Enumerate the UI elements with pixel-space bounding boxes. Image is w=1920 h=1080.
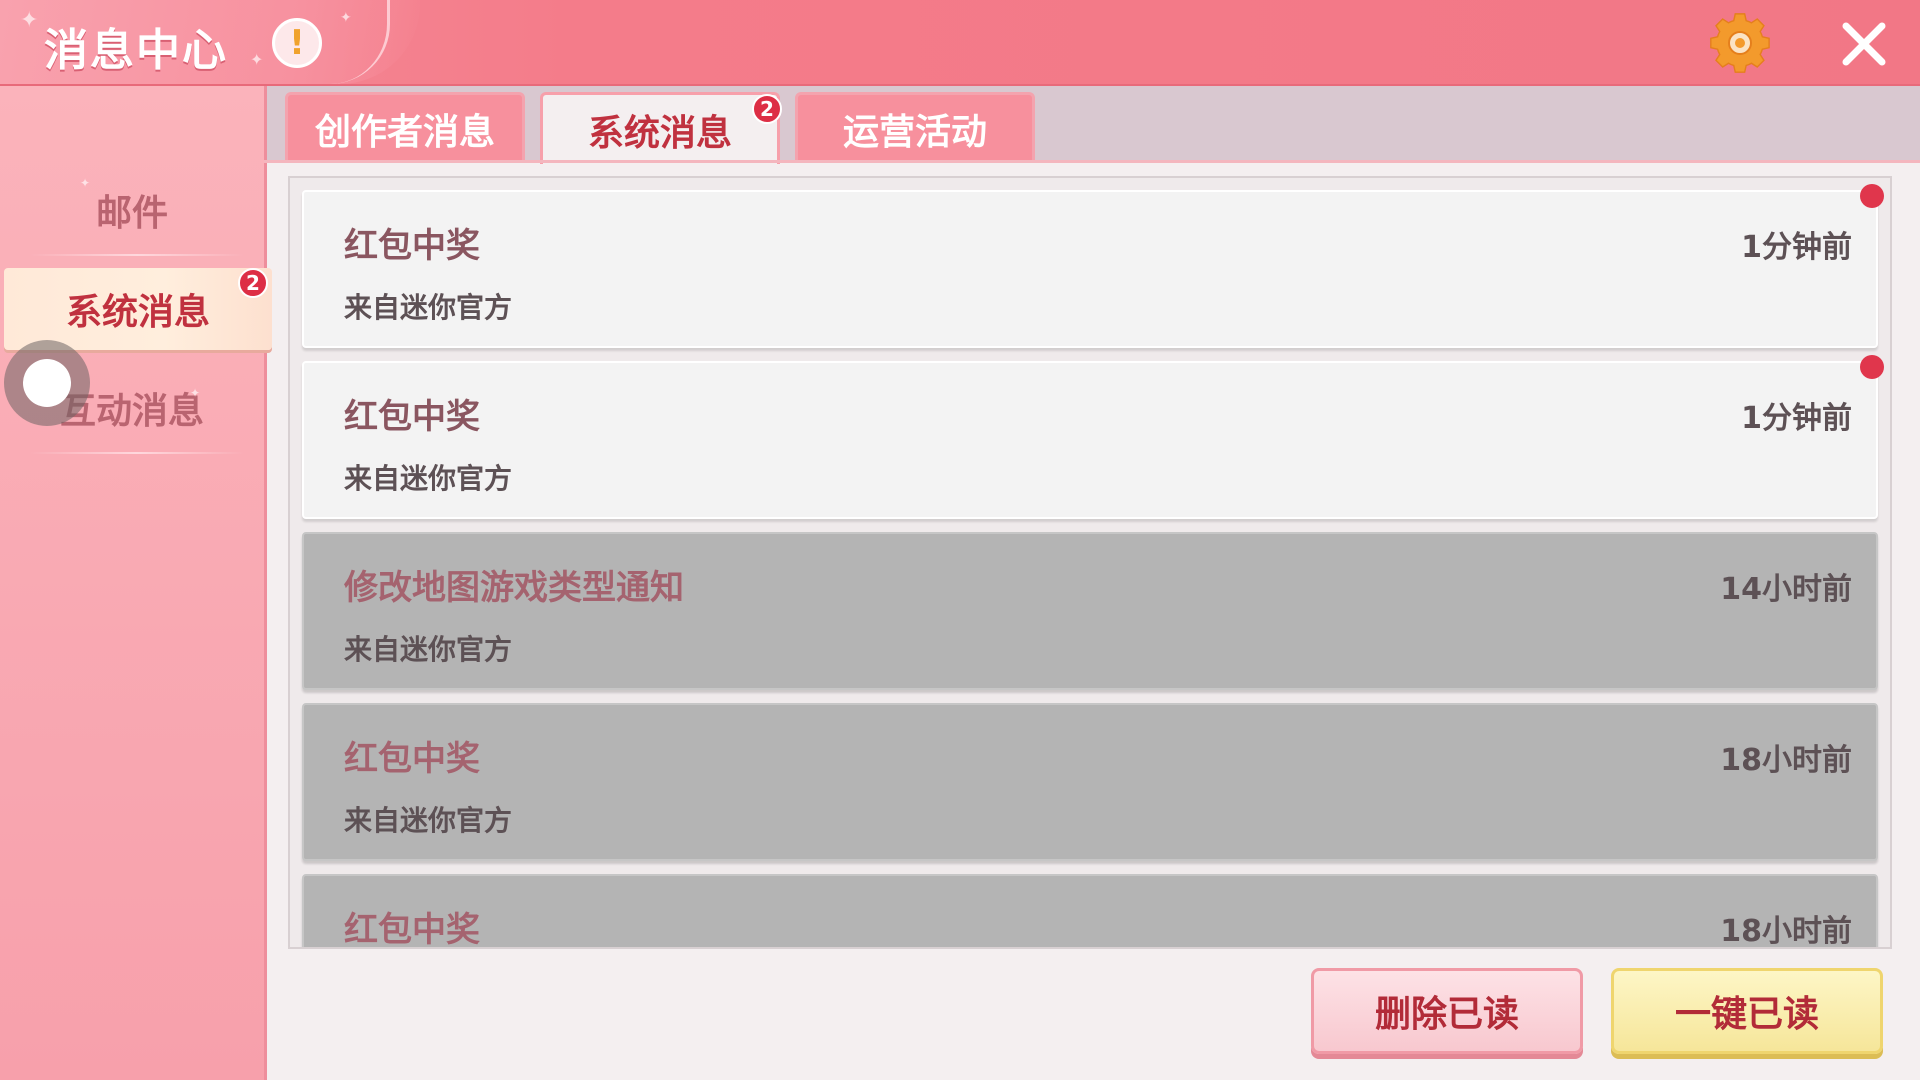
close-icon[interactable] xyxy=(1838,18,1890,70)
sidebar: 邮件 系统消息 2 互动消息 ✦ ✦ xyxy=(0,86,272,1080)
unread-dot xyxy=(1860,184,1884,208)
message-time: 18小时前 xyxy=(1720,743,1852,778)
tab-operations-events[interactable]: 运营活动 xyxy=(795,92,1035,162)
tab-unread-badge: 2 xyxy=(752,94,782,124)
tab-system-messages[interactable]: 系统消息 xyxy=(540,92,780,164)
sidebar-item-mail[interactable]: 邮件 xyxy=(0,168,264,252)
touch-indicator xyxy=(4,340,90,426)
message-sender: 来自迷你官方 xyxy=(344,462,513,495)
message-sender: 来自迷你官方 xyxy=(344,804,513,837)
sidebar-item-label: 邮件 xyxy=(95,193,168,234)
content-divider xyxy=(264,160,1920,163)
tab-label: 系统消息 xyxy=(587,112,732,154)
message-time: 1分钟前 xyxy=(1741,401,1852,436)
exclamation-icon[interactable]: ! xyxy=(272,18,322,68)
message-item[interactable]: 红包中奖 来自迷你官方 1分钟前 xyxy=(302,355,1884,519)
message-item[interactable]: 红包中奖 来自迷你官方 18小时前 xyxy=(302,703,1878,861)
tab-label: 运营活动 xyxy=(842,111,987,153)
sparkle-icon: ✦ xyxy=(20,8,39,33)
message-time: 18小时前 xyxy=(1720,914,1852,949)
page-title: 消息中心 xyxy=(44,25,228,76)
message-title: 红包中奖 xyxy=(344,910,480,949)
sidebar-divider xyxy=(30,254,244,256)
tab-creator-messages[interactable]: 创作者消息 xyxy=(285,92,525,162)
sidebar-unread-badge: 2 xyxy=(238,268,268,298)
delete-read-button[interactable]: 删除已读 xyxy=(1311,968,1583,1054)
message-title: 红包中奖 xyxy=(344,739,480,779)
message-sender: 来自迷你官方 xyxy=(344,633,513,666)
sparkle-icon: ✦ xyxy=(340,10,352,26)
message-title: 红包中奖 xyxy=(344,397,480,437)
message-sender: 来自迷你官方 xyxy=(344,291,513,324)
sparkle-icon: ✦ xyxy=(190,386,201,400)
message-time: 1分钟前 xyxy=(1741,230,1852,265)
message-list[interactable]: 红包中奖 来自迷你官方 1分钟前 红包中奖 来自迷你官方 1分钟前 修改地图游戏… xyxy=(288,176,1892,949)
message-time: 14小时前 xyxy=(1720,572,1852,607)
sparkle-icon: ✦ xyxy=(80,176,91,190)
sidebar-divider xyxy=(30,452,244,454)
sidebar-item-label: 系统消息 xyxy=(65,292,210,333)
message-item[interactable]: 红包中奖 18小时前 xyxy=(302,874,1878,949)
tab-label: 创作者消息 xyxy=(314,111,495,153)
unread-dot xyxy=(1860,355,1884,379)
message-item[interactable]: 红包中奖 来自迷你官方 1分钟前 xyxy=(302,184,1884,348)
title-bar: ✦ ✦ ✦ 消息中心 ! xyxy=(0,0,1920,86)
message-title: 修改地图游戏类型通知 xyxy=(344,568,684,608)
mark-all-read-button[interactable]: 一键已读 xyxy=(1611,968,1883,1054)
sidebar-item-system-messages[interactable]: 系统消息 xyxy=(4,268,272,350)
gear-icon[interactable] xyxy=(1708,12,1772,76)
message-item[interactable]: 修改地图游戏类型通知 来自迷你官方 14小时前 xyxy=(302,532,1878,690)
message-title: 红包中奖 xyxy=(344,226,480,266)
sparkle-icon: ✦ xyxy=(250,50,264,69)
